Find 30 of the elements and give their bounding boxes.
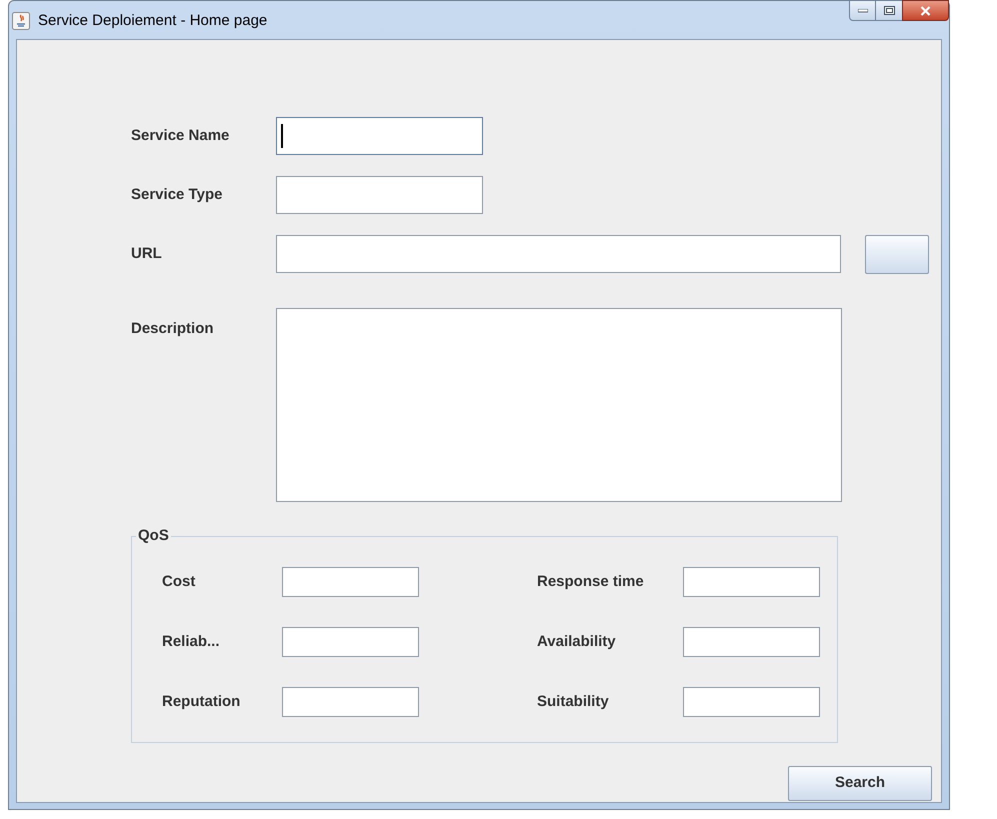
- group-title: QoS: [136, 527, 171, 545]
- field-label: URL: [131, 244, 163, 264]
- minimize-button[interactable]: [849, 0, 876, 21]
- field-label: Suitability: [537, 692, 610, 712]
- input-field[interactable]: [683, 687, 820, 717]
- input-field[interactable]: [282, 627, 419, 657]
- close-icon: [920, 6, 931, 16]
- input-field[interactable]: [282, 567, 419, 597]
- app-icon: [12, 12, 30, 30]
- field-label: Service Name: [131, 126, 230, 146]
- field-label: Availability: [537, 632, 617, 652]
- field-label: Reliab...: [162, 632, 221, 652]
- maximize-button[interactable]: [876, 0, 902, 21]
- search-button[interactable]: Search: [788, 766, 932, 801]
- field-label: Cost: [162, 572, 196, 592]
- input-field[interactable]: [282, 687, 419, 717]
- field-label: Description: [131, 319, 215, 339]
- close-button[interactable]: [902, 0, 949, 21]
- input-field[interactable]: [276, 235, 841, 273]
- field-label: Reputation: [162, 692, 242, 712]
- input-field[interactable]: [683, 567, 820, 597]
- browse-button[interactable]: [865, 235, 929, 274]
- window-title: Service Deploiement - Home page: [38, 11, 268, 31]
- input-field[interactable]: [683, 627, 820, 657]
- input-field[interactable]: [276, 117, 483, 155]
- minimize-icon: [858, 8, 868, 12]
- maximize-icon: [884, 6, 894, 15]
- input-field[interactable]: [276, 176, 483, 214]
- field-label: Response time: [537, 572, 645, 592]
- field-label: Service Type: [131, 184, 224, 205]
